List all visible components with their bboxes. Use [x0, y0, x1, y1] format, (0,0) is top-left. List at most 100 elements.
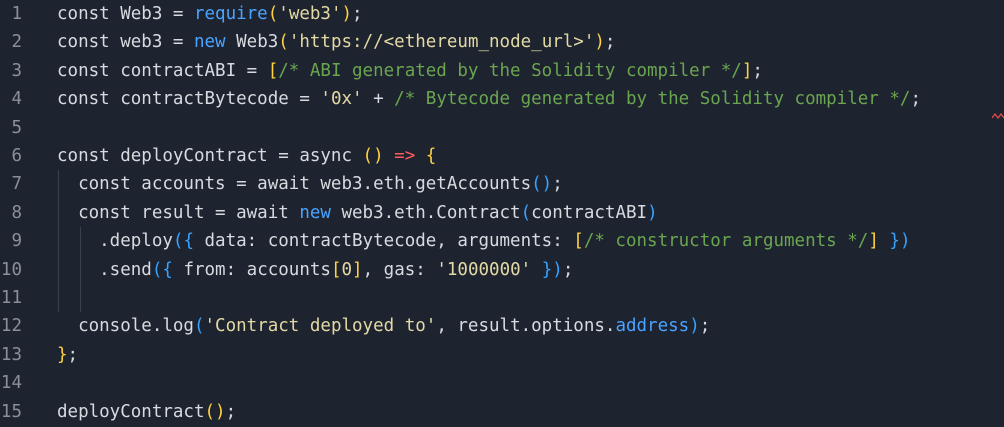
code-token: }	[57, 344, 68, 365]
code-token: 'https://<ethereum_node_url>'	[288, 32, 595, 53]
code-token: , gas:	[362, 259, 437, 280]
code-token: ({	[151, 259, 173, 280]
line-number: 2	[11, 32, 22, 53]
code-area[interactable]: const Web3 = require('web3'); const web3 …	[57, 0, 1004, 427]
code-line[interactable]: .send({ from: accounts[0], gas: '1000000…	[57, 256, 573, 284]
line-number: 6	[11, 146, 22, 166]
code-token: 0	[341, 259, 353, 280]
code-token: ()	[362, 146, 384, 166]
code-token: data: contractBytecode, arguments:	[193, 231, 574, 252]
code-token: const deployContract = async	[57, 146, 363, 166]
code-token: ;	[67, 344, 79, 365]
error-squiggle-icon	[992, 113, 1004, 119]
code-token: (	[520, 202, 532, 223]
line-number-gutter: 1 2 3 4 5 6 7 8 9 10 11 12 13 14 15	[0, 0, 34, 427]
code-editor[interactable]: 1 2 3 4 5 6 7 8 9 10 11 12 13 14 15 const Web3 = requi…	[0, 0, 1004, 427]
code-token: const contractABI =	[57, 60, 268, 81]
code-token: from: accounts	[172, 259, 331, 280]
line-number: 1	[11, 4, 22, 24]
code-token: ({	[172, 231, 194, 252]
code-token: ;	[352, 4, 363, 24]
code-token: ]	[741, 60, 753, 81]
code-token: 'Contract deployed to'	[204, 316, 437, 337]
line-number: 7	[11, 174, 22, 195]
code-token: ()	[204, 401, 226, 422]
code-token: address	[615, 316, 690, 337]
code-line[interactable]: console.log('Contract deployed to', resu…	[57, 312, 710, 340]
code-token: )	[689, 316, 700, 337]
code-token: console.log	[57, 316, 194, 337]
code-token: web3.eth.Contract	[341, 202, 521, 223]
code-token: new	[193, 32, 237, 53]
code-token: .send	[57, 259, 152, 280]
code-token: '1000000'	[436, 259, 532, 280]
code-token: /* ABI generated by the Solidity compile…	[278, 60, 742, 81]
code-token: Web3	[236, 32, 279, 53]
code-token: })	[541, 259, 563, 280]
code-token: '0x'	[320, 89, 363, 110]
line-number: 11	[0, 288, 22, 308]
line-number: 15	[0, 401, 22, 422]
code-token: contractABI	[531, 202, 648, 223]
code-token: [	[330, 259, 342, 280]
code-token: )	[594, 32, 605, 53]
code-token: [	[267, 60, 279, 81]
code-token: ;	[562, 259, 574, 280]
code-token: const Web3 =	[57, 4, 194, 24]
code-token: ;	[752, 60, 763, 81]
line-number: 8	[11, 202, 22, 223]
code-token: ()	[531, 174, 553, 195]
code-token: ]	[868, 231, 879, 252]
code-line[interactable]: const contractBytecode = '0x' + /* Bytec…	[57, 85, 921, 113]
code-token: .deploy	[57, 231, 173, 252]
code-token: {	[425, 146, 437, 166]
code-token: , result.options.	[436, 316, 616, 337]
code-token: )	[647, 202, 658, 223]
code-line[interactable]: .deploy({ data: contractBytecode, argume…	[57, 227, 910, 255]
code-token: [	[573, 231, 584, 252]
code-token: ;	[552, 174, 563, 195]
line-number: 14	[0, 373, 22, 394]
line-number: 12	[0, 316, 22, 337]
code-token: )	[341, 4, 353, 24]
code-token: const contractBytecode =	[57, 89, 321, 110]
code-token: /* constructor arguments */	[583, 231, 869, 252]
code-token: (	[193, 316, 205, 337]
code-token: ;	[910, 89, 921, 110]
code-token: ;	[225, 401, 237, 422]
code-token: new	[299, 202, 342, 223]
code-line[interactable]: const Web3 = require('web3');	[57, 0, 363, 28]
line-number: 5	[11, 117, 22, 138]
line-number: 13	[0, 344, 22, 365]
code-token: ]	[352, 259, 363, 280]
code-token: ;	[699, 316, 711, 337]
code-line[interactable]: const result = await new web3.eth.Contra…	[57, 199, 658, 227]
code-token: const web3 =	[57, 32, 194, 53]
code-token: 'web3'	[278, 4, 342, 24]
code-token: (	[278, 32, 289, 53]
code-line[interactable]: deployContract();	[57, 398, 236, 426]
code-line[interactable]: const deployContract = async () => {	[57, 142, 436, 170]
code-line[interactable]: };	[57, 341, 78, 369]
line-number: 4	[11, 89, 22, 110]
code-token: })	[889, 231, 911, 252]
code-token: deployContract	[57, 401, 205, 422]
code-token: require	[193, 4, 268, 24]
line-number: 9	[11, 231, 22, 252]
line-number: 10	[0, 259, 22, 280]
code-token: +	[362, 89, 395, 110]
code-token: (	[267, 4, 279, 24]
code-token: ;	[604, 32, 616, 53]
code-token: /* Bytecode generated by the Solidity co…	[394, 89, 911, 110]
code-token: =>	[394, 146, 416, 166]
code-token: const accounts = await web3.eth.getAccou…	[57, 174, 532, 195]
code-token: const result = await	[57, 202, 300, 223]
code-line[interactable]: const web3 = new Web3('https://<ethereum…	[57, 28, 615, 56]
code-line[interactable]: const contractABI = [/* ABI generated by…	[57, 57, 763, 85]
line-number: 3	[11, 60, 22, 81]
code-line[interactable]: const accounts = await web3.eth.getAccou…	[57, 170, 563, 198]
